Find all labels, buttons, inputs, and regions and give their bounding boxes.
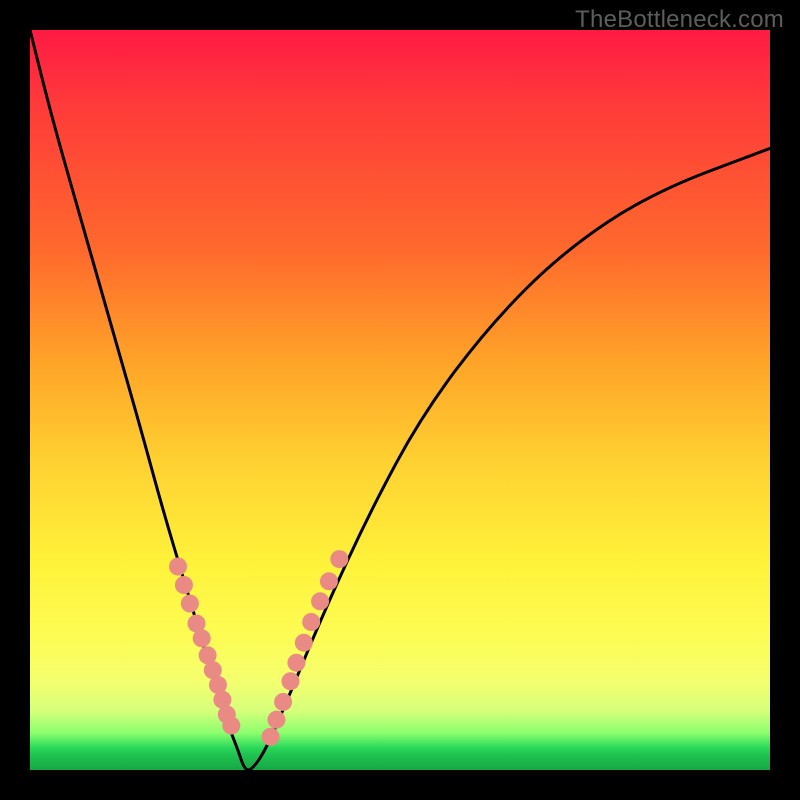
curve-svg	[30, 30, 770, 770]
highlight-dot	[295, 634, 313, 652]
chart-frame: TheBottleneck.com	[0, 0, 800, 800]
highlight-dot	[169, 558, 187, 576]
highlight-dots-right	[262, 550, 349, 746]
highlight-dot	[274, 693, 292, 711]
highlight-dot	[267, 711, 285, 729]
highlight-dot	[262, 728, 280, 746]
highlight-dot	[222, 717, 240, 735]
highlight-dot	[311, 592, 329, 610]
plot-area	[30, 30, 770, 770]
highlight-dot	[287, 654, 305, 672]
highlight-dot	[175, 576, 193, 594]
bottleneck-curve	[30, 30, 770, 770]
highlight-dot	[302, 613, 320, 631]
highlight-dot	[281, 672, 299, 690]
watermark: TheBottleneck.com	[575, 6, 784, 34]
highlight-dots-left	[169, 558, 240, 735]
highlight-dot	[330, 550, 348, 568]
highlight-dot	[193, 629, 211, 647]
highlight-dot	[320, 572, 338, 590]
highlight-dot	[181, 595, 199, 613]
